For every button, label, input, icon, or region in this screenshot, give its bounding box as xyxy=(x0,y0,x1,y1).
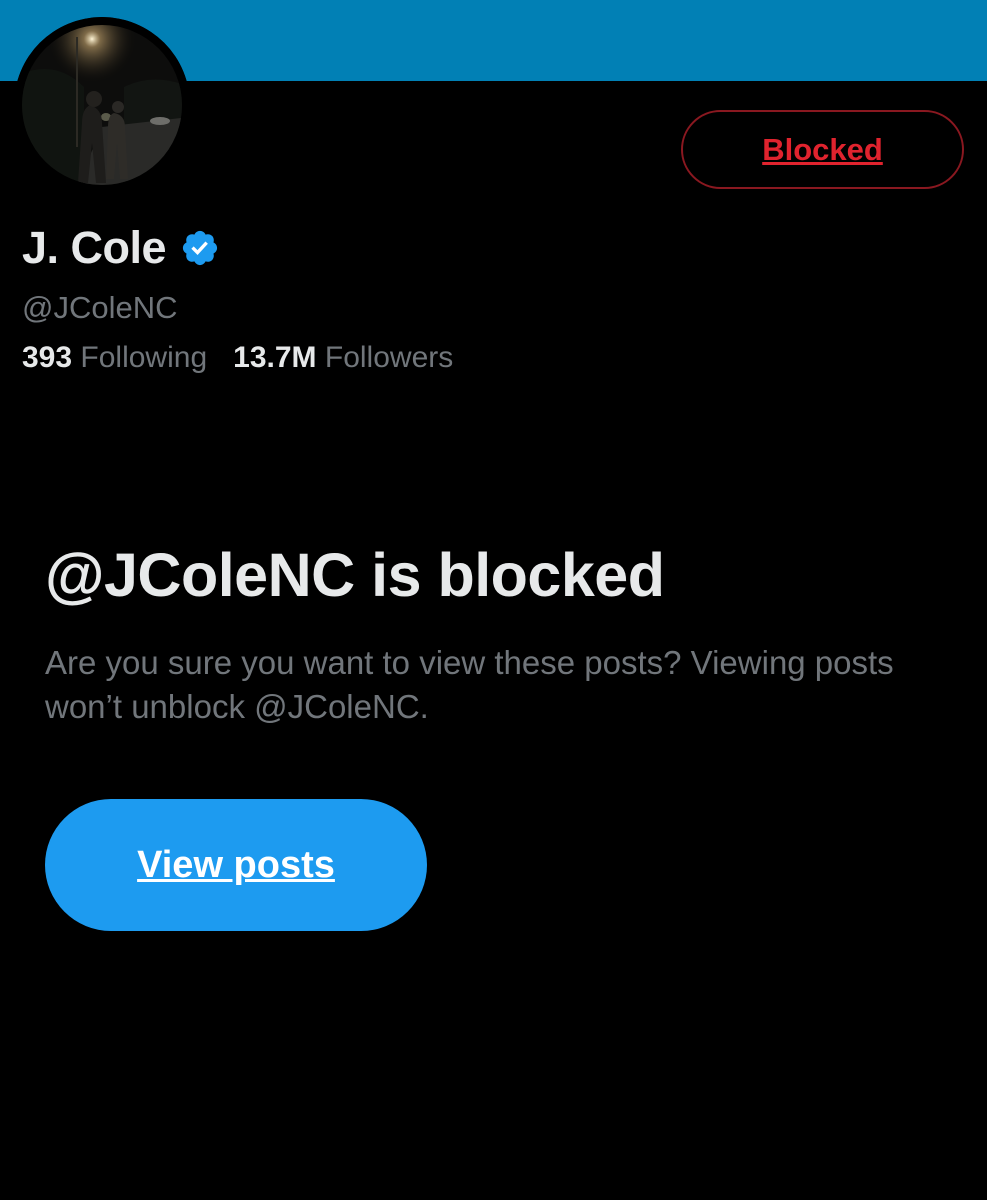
profile-page: Blocked J. Cole @JColeNC 393 Following 1… xyxy=(0,0,987,1200)
followers-label: Followers xyxy=(324,341,454,374)
blocked-notice-body: Are you sure you want to view these post… xyxy=(45,644,894,725)
avatar[interactable] xyxy=(14,17,190,193)
view-posts-button[interactable]: View posts xyxy=(45,799,427,931)
followers-count: 13.7M xyxy=(233,341,317,374)
followers-link[interactable]: 13.7M Followers xyxy=(233,341,453,375)
display-name: J. Cole xyxy=(22,222,167,273)
blocked-button[interactable]: Blocked xyxy=(681,110,964,189)
display-name-row: J. Cole xyxy=(22,218,220,278)
avatar-photo xyxy=(14,17,190,193)
following-label: Following xyxy=(80,341,208,374)
following-link[interactable]: 393 Following xyxy=(22,341,207,375)
follow-stats: 393 Following 13.7M Followers xyxy=(22,341,453,375)
blocked-notice-title: @JColeNC is blocked xyxy=(45,541,665,609)
verified-badge-icon xyxy=(180,228,220,268)
profile-handle: @JColeNC xyxy=(22,290,178,325)
following-count: 393 xyxy=(22,341,73,374)
